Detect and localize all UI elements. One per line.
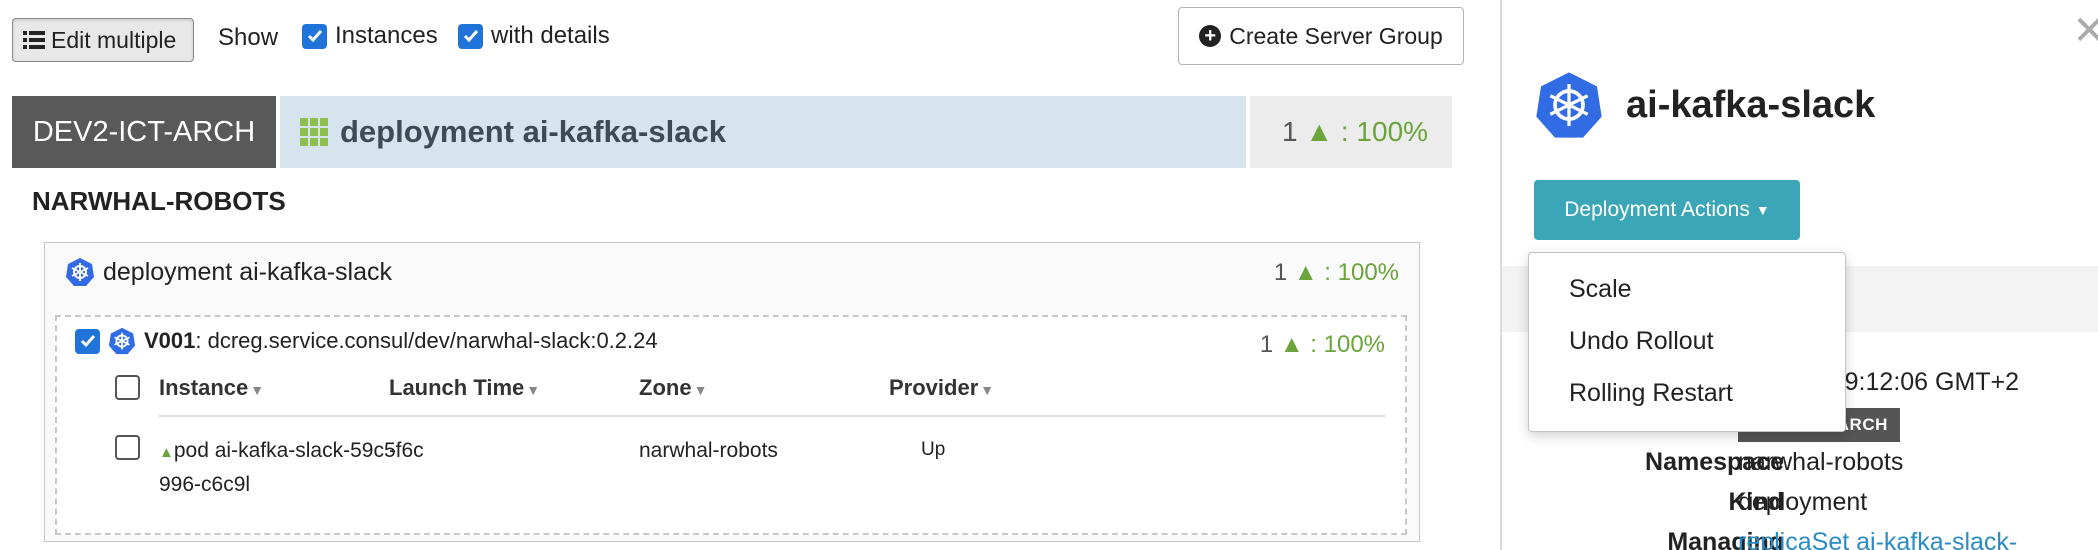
list-icon <box>23 31 45 49</box>
health-count: 1 <box>1273 259 1288 286</box>
instances-label: Instances <box>335 22 438 49</box>
server-group-version: V001 <box>144 328 196 353</box>
cluster-health: 1 ▲ : 100% <box>1250 96 1452 168</box>
row-checkbox[interactable] <box>115 435 140 460</box>
menu-item-undo-rollout[interactable]: Undo Rollout <box>1569 327 1714 356</box>
show-label: Show <box>218 24 279 51</box>
health-count: 1 <box>1259 331 1274 358</box>
deployment-actions-menu: Scale Undo Rollout Rolling Restart <box>1528 252 1846 432</box>
cluster-header: DEV2-ICT-ARCH deployment ai-kafka-slack … <box>12 96 1452 168</box>
details-toggle[interactable]: with details <box>458 22 610 50</box>
cluster-pane: Edit multiple Show Instances with detail… <box>0 0 1500 550</box>
sort-caret-icon: ▼ <box>693 382 708 398</box>
managing-link[interactable]: replicaSet ai-kafka-slack- <box>1738 528 2017 550</box>
close-icon[interactable]: ✕ <box>2072 8 2098 54</box>
health-count: 1 <box>1282 116 1298 147</box>
menu-item-rolling-restart[interactable]: Rolling Restart <box>1569 379 1733 408</box>
column-header-launch-time[interactable]: Launch Time ▼ <box>389 375 540 401</box>
kubernetes-icon <box>1536 72 1602 138</box>
column-header-provider[interactable]: Provider ▼ <box>889 375 994 401</box>
triangle-up-icon: ▲ <box>1305 116 1334 147</box>
kubernetes-icon <box>108 327 136 355</box>
instances-checkbox[interactable] <box>302 23 327 49</box>
menu-item-scale[interactable]: Scale <box>1569 275 1632 304</box>
table-header-divider <box>159 415 1385 417</box>
cluster-title-text: deployment ai-kafka-slack <box>340 114 726 149</box>
server-group-health: 1 ▲ : 100% <box>1260 331 1385 359</box>
launch-time: - <box>389 439 396 462</box>
load-balancer-title[interactable]: deployment ai-kafka-slack <box>65 257 392 287</box>
account-label: DEV2-ICT-ARCH <box>12 96 276 168</box>
sort-caret-icon: ▼ <box>526 382 541 398</box>
column-header-zone[interactable]: Zone ▼ <box>639 375 707 401</box>
server-group-box: V001: dcreg.service.consul/dev/narwhal-s… <box>55 315 1407 535</box>
deployment-actions-button[interactable]: Deployment Actions ▼ <box>1534 180 1800 240</box>
checkmark-icon <box>307 30 322 43</box>
details-checkbox[interactable] <box>458 23 483 49</box>
zone: narwhal-robots <box>639 439 778 462</box>
provider-status: Up <box>921 439 946 460</box>
triangle-up-icon: ▲ <box>1279 331 1304 358</box>
namespace-value: narwhal-robots <box>1738 448 1904 476</box>
create-server-group-button[interactable]: + Create Server Group <box>1178 7 1464 65</box>
edit-multiple-label: Edit multiple <box>51 26 177 53</box>
health-percent: : 100% <box>1340 116 1429 147</box>
server-group-checkbox[interactable] <box>75 328 100 354</box>
triangle-up-icon: ▲ <box>1293 259 1318 286</box>
select-all-checkbox[interactable] <box>115 375 140 400</box>
caret-down-icon: ▼ <box>1755 202 1770 218</box>
kind-value: deployment <box>1738 488 1868 516</box>
deployment-actions-label: Deployment Actions <box>1564 198 1750 221</box>
edit-multiple-button[interactable]: Edit multiple <box>12 18 194 62</box>
instances-toggle[interactable]: Instances <box>302 22 438 50</box>
triangle-up-icon: ▲ <box>159 444 174 461</box>
load-balancer-box: deployment ai-kafka-slack 1 ▲ : 100% V00… <box>44 242 1420 542</box>
column-header-instance[interactable]: Instance ▼ <box>159 375 264 401</box>
instance-name[interactable]: ▲pod ai-kafka-slack-59c5f6c 996-c6c9l <box>159 435 424 501</box>
checkmark-icon <box>463 30 478 43</box>
details-title-text: ai-kafka-slack <box>1626 83 1876 126</box>
sort-caret-icon: ▼ <box>980 382 995 398</box>
server-group-image: : dcreg.service.consul/dev/narwhal-slack… <box>195 328 658 353</box>
create-server-group-label: Create Server Group <box>1229 22 1443 49</box>
load-balancer-health: 1 ▲ : 100% <box>1274 259 1399 287</box>
region-heading: NARWHAL-ROBOTS <box>32 186 286 216</box>
checkmark-icon <box>80 335 95 348</box>
load-balancer-name: deployment ai-kafka-slack <box>103 257 393 286</box>
grid-icon <box>300 118 328 146</box>
details-title: ai-kafka-slack <box>1534 70 1875 140</box>
server-group-header[interactable]: V001: dcreg.service.consul/dev/narwhal-s… <box>75 327 658 355</box>
sort-caret-icon: ▼ <box>250 382 265 398</box>
plus-circle-icon: + <box>1199 25 1222 47</box>
cluster-title[interactable]: deployment ai-kafka-slack <box>280 96 1246 168</box>
health-percent: : 100% <box>1324 259 1399 286</box>
toolbar: Edit multiple Show Instances with detail… <box>12 7 1464 65</box>
kubernetes-icon <box>66 258 94 286</box>
details-label: with details <box>491 22 610 49</box>
health-percent: : 100% <box>1310 331 1385 358</box>
